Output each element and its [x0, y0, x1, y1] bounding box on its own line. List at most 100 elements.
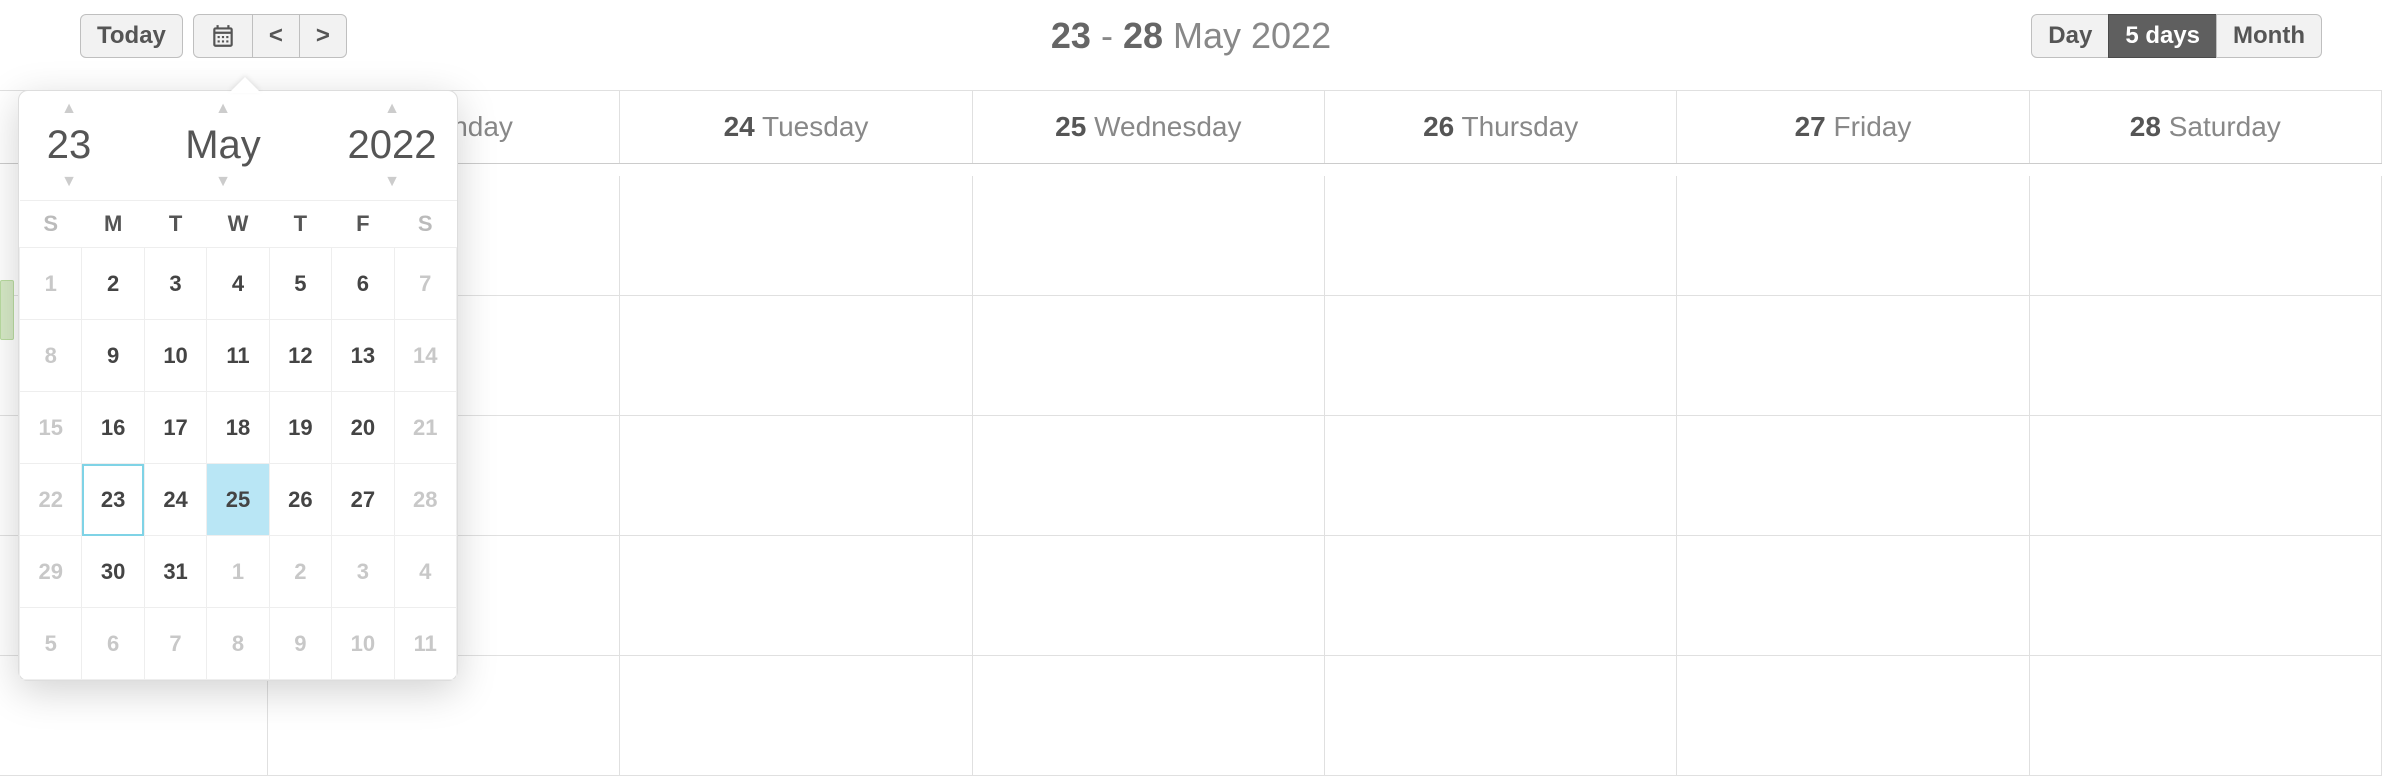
datepicker-day-cell[interactable]: 31	[144, 536, 206, 608]
range-start: 23	[1051, 15, 1091, 56]
datepicker-day-cell[interactable]: 11	[207, 320, 269, 392]
year-spinner-value[interactable]: 2022	[327, 117, 457, 174]
slot-cell[interactable]	[1677, 536, 2029, 655]
view-day-button[interactable]: Day	[2031, 14, 2109, 58]
datepicker-day-cell[interactable]: 5	[20, 608, 82, 680]
datepicker-day-cell[interactable]: 9	[82, 320, 144, 392]
slot-cell[interactable]	[1325, 536, 1677, 655]
datepicker-day-cell[interactable]: 7	[394, 248, 456, 320]
slot-cell[interactable]	[1677, 176, 2029, 295]
datepicker-day-cell[interactable]: 26	[269, 464, 331, 536]
day-header[interactable]: 25 Wednesday	[973, 91, 1325, 163]
day-header[interactable]: 24 Tuesday	[620, 91, 972, 163]
slot-cell[interactable]	[620, 416, 972, 535]
calendar-icon	[210, 23, 236, 49]
day-header[interactable]: 27 Friday	[1677, 91, 2029, 163]
datepicker-day-cell[interactable]: 19	[269, 392, 331, 464]
nav-button-group: < >	[193, 14, 347, 58]
slot-cell[interactable]	[1325, 176, 1677, 295]
slot-cell[interactable]	[2030, 296, 2382, 415]
year-down-arrow[interactable]: ▼	[327, 174, 457, 190]
datepicker-day-cell[interactable]: 30	[82, 536, 144, 608]
datepicker-day-cell[interactable]: 2	[82, 248, 144, 320]
datepicker-day-cell[interactable]: 20	[332, 392, 394, 464]
toolbar: Today < > 23 - 28 May 2022 Day 5 days Mo…	[0, 0, 2382, 72]
datepicker-day-cell[interactable]: 13	[332, 320, 394, 392]
view-5days-button[interactable]: 5 days	[2108, 14, 2217, 58]
day-spinner-value[interactable]: 23	[19, 117, 119, 174]
slot-cell[interactable]	[973, 176, 1325, 295]
day-down-arrow[interactable]: ▼	[19, 174, 119, 190]
datepicker-day-cell[interactable]: 6	[332, 248, 394, 320]
datepicker-day-cell[interactable]: 3	[144, 248, 206, 320]
datepicker-day-cell[interactable]: 11	[394, 608, 456, 680]
slot-cell[interactable]	[2030, 176, 2382, 295]
datepicker-day-cell[interactable]: 29	[20, 536, 82, 608]
weekday-header: F	[332, 201, 394, 248]
slot-cell[interactable]	[2030, 416, 2382, 535]
datepicker-day-cell[interactable]: 3	[332, 536, 394, 608]
slot-cell[interactable]	[620, 656, 972, 775]
datepicker-day-cell[interactable]: 27	[332, 464, 394, 536]
year-up-arrow[interactable]: ▲	[327, 101, 457, 117]
slot-cell[interactable]	[1677, 656, 2029, 775]
datepicker-day-cell[interactable]: 10	[144, 320, 206, 392]
day-up-arrow[interactable]: ▲	[19, 101, 119, 117]
datepicker-day-cell[interactable]: 22	[20, 464, 82, 536]
prev-button[interactable]: <	[252, 14, 300, 58]
weekday-header: S	[20, 201, 82, 248]
datepicker-day-cell[interactable]: 24	[144, 464, 206, 536]
slot-cell[interactable]	[1325, 416, 1677, 535]
weekday-header: M	[82, 201, 144, 248]
datepicker-week-row: 567891011	[20, 608, 457, 680]
datepicker-day-cell[interactable]: 2	[269, 536, 331, 608]
datepicker-day-cell[interactable]: 23	[82, 464, 144, 536]
slot-cell[interactable]	[2030, 536, 2382, 655]
month-up-arrow[interactable]: ▲	[119, 101, 327, 117]
slot-cell[interactable]	[1677, 416, 2029, 535]
slot-cell[interactable]	[620, 176, 972, 295]
datepicker-week-row: 2930311234	[20, 536, 457, 608]
today-button[interactable]: Today	[80, 14, 183, 58]
slot-cell[interactable]	[620, 296, 972, 415]
datepicker-day-cell[interactable]: 5	[269, 248, 331, 320]
datepicker-day-cell[interactable]: 18	[207, 392, 269, 464]
datepicker-day-cell[interactable]: 4	[394, 536, 456, 608]
slot-cell[interactable]	[1677, 296, 2029, 415]
next-button[interactable]: >	[299, 14, 347, 58]
datepicker-day-cell[interactable]: 16	[82, 392, 144, 464]
slot-cell[interactable]	[973, 536, 1325, 655]
datepicker-day-cell[interactable]: 1	[207, 536, 269, 608]
slot-cell[interactable]	[973, 416, 1325, 535]
datepicker-day-cell[interactable]: 14	[394, 320, 456, 392]
datepicker-week-row: 15161718192021	[20, 392, 457, 464]
datepicker-day-cell[interactable]: 10	[332, 608, 394, 680]
datepicker-day-cell[interactable]: 8	[207, 608, 269, 680]
datepicker-day-cell[interactable]: 9	[269, 608, 331, 680]
slot-cell[interactable]	[973, 296, 1325, 415]
slot-cell[interactable]	[620, 536, 972, 655]
datepicker-day-cell[interactable]: 8	[20, 320, 82, 392]
month-down-arrow[interactable]: ▼	[119, 174, 327, 190]
day-header[interactable]: 26 Thursday	[1325, 91, 1677, 163]
slot-cell[interactable]	[1325, 656, 1677, 775]
slot-cell[interactable]	[973, 656, 1325, 775]
datepicker-day-cell[interactable]: 12	[269, 320, 331, 392]
view-month-button[interactable]: Month	[2216, 14, 2322, 58]
open-datepicker-button[interactable]	[193, 14, 253, 58]
datepicker-day-cell[interactable]: 4	[207, 248, 269, 320]
slot-cell[interactable]	[1325, 296, 1677, 415]
datepicker-day-cell[interactable]: 21	[394, 392, 456, 464]
datepicker-day-cell[interactable]: 7	[144, 608, 206, 680]
slot-cell[interactable]	[2030, 656, 2382, 775]
month-spinner-value[interactable]: May	[119, 117, 327, 174]
datepicker-day-cell[interactable]: 6	[82, 608, 144, 680]
datepicker-day-cell[interactable]: 17	[144, 392, 206, 464]
event-sliver[interactable]	[0, 280, 14, 340]
day-header[interactable]: 28 Saturday	[2030, 91, 2382, 163]
datepicker-day-cell[interactable]: 15	[20, 392, 82, 464]
datepicker-day-cell[interactable]: 25	[207, 464, 269, 536]
view-switcher: Day 5 days Month	[2031, 14, 2322, 58]
datepicker-day-cell[interactable]: 28	[394, 464, 456, 536]
datepicker-day-cell[interactable]: 1	[20, 248, 82, 320]
